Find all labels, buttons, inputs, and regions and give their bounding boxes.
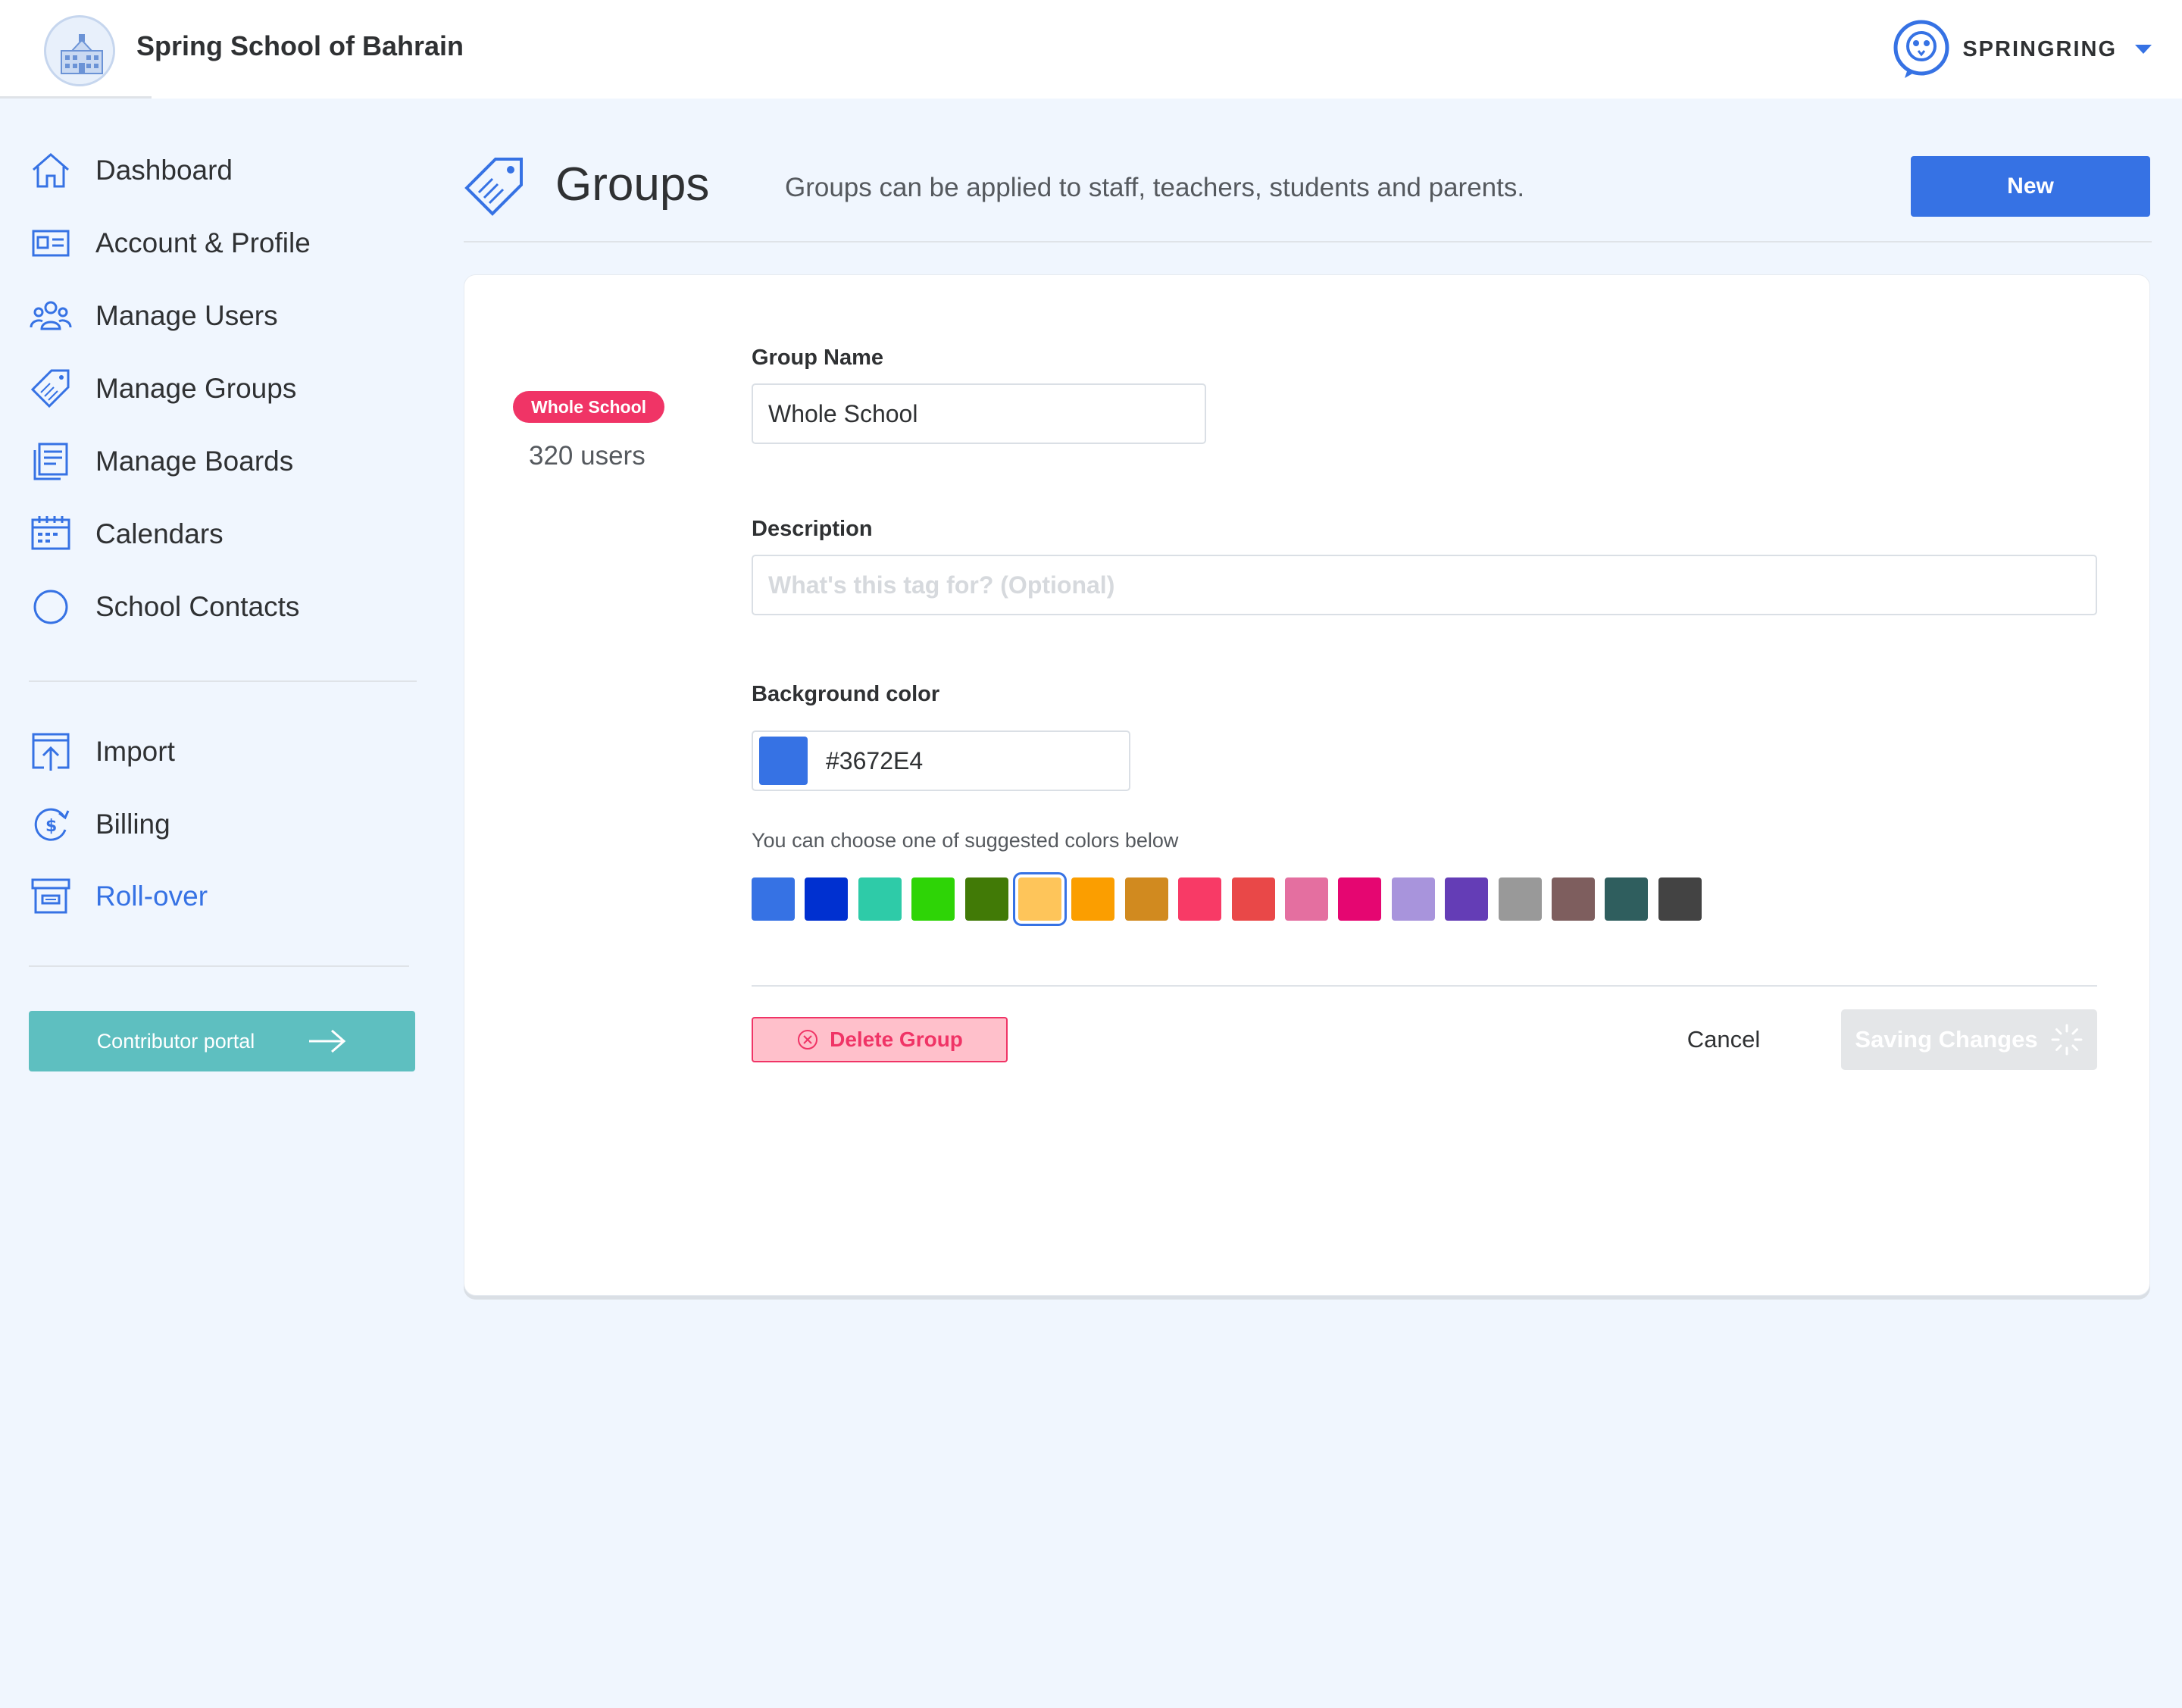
header-divider [464, 241, 2152, 242]
group-name-label: Group Name [752, 346, 884, 370]
sidebar-item-label: Calendars [95, 518, 224, 549]
page-title: Groups [555, 158, 710, 211]
color-swatch[interactable] [1445, 877, 1489, 921]
color-swatch[interactable] [1658, 877, 1702, 921]
brand-name: SPRINGRING [1962, 36, 2117, 61]
color-swatch[interactable] [1178, 877, 1222, 921]
sidebar-item-calendars[interactable]: Calendars [29, 508, 224, 561]
save-changes-label: Saving Changes [1855, 1026, 2038, 1053]
sidebar-item-label: Manage Users [95, 300, 278, 331]
color-swatch[interactable] [1071, 877, 1115, 921]
color-swatch[interactable] [1391, 877, 1435, 921]
color-swatch[interactable] [1124, 877, 1168, 921]
sidebar-item-label: Import [95, 736, 175, 767]
color-swatch[interactable] [964, 877, 1008, 921]
background-color-input[interactable]: #3672E4 [752, 730, 1130, 791]
school-building-icon[interactable] [44, 15, 115, 86]
chevron-down-icon [2135, 45, 2152, 54]
page-subtitle: Groups can be applied to staff, teachers… [785, 173, 1525, 202]
board-icon [33, 443, 68, 480]
group-name-input[interactable] [752, 383, 1206, 444]
save-changes-button[interactable]: Saving Changes [1841, 1009, 2097, 1070]
owl-speech-bubble-icon [1893, 20, 1949, 78]
spinner-icon [2051, 1024, 2083, 1056]
sidebar-item-label: Billing [95, 809, 170, 840]
group-edit-card [464, 274, 2150, 1296]
sidebar-item-manage-groups[interactable]: Manage Groups [29, 362, 296, 415]
color-swatch[interactable] [858, 877, 902, 921]
color-swatch[interactable] [911, 877, 955, 921]
color-swatch[interactable] [752, 877, 795, 921]
description-label: Description [752, 517, 873, 541]
color-hex-value: #3672E4 [826, 746, 924, 774]
sidebar-item-label: Account & Profile [95, 227, 311, 258]
new-group-button[interactable]: New [1911, 156, 2150, 217]
sidebar-item-billing[interactable]: $ Billing [29, 798, 170, 851]
id-card-icon [32, 230, 70, 257]
account-menu[interactable]: SPRINGRING [1891, 15, 2152, 83]
background-color-label: Background color [752, 682, 940, 706]
sidebar-item-label: Dashboard [95, 155, 233, 186]
tag-icon [30, 369, 70, 408]
suggested-colors-hint: You can choose one of suggested colors b… [752, 829, 1179, 852]
tag-icon [464, 158, 523, 216]
top-bar-underline [0, 96, 152, 99]
arrow-right-icon [309, 1029, 346, 1053]
billing-icon: $ [34, 808, 70, 841]
calendar-icon [31, 516, 70, 550]
user-count: 320 users [529, 441, 646, 471]
sidebar-item-label: Manage Groups [95, 373, 297, 404]
circle-icon [33, 590, 68, 624]
school-name: Spring School of Bahrain [136, 30, 464, 61]
cancel-button[interactable]: Cancel [1667, 1017, 1780, 1062]
contributor-portal-button[interactable]: Contributor portal [29, 1011, 415, 1071]
home-icon [33, 153, 69, 188]
description-input[interactable] [752, 555, 2097, 615]
color-swatch[interactable] [1013, 872, 1067, 926]
upload-icon [32, 733, 70, 771]
top-bar: Spring School of Bahrain SPRINGRING [0, 0, 2182, 99]
color-swatch[interactable] [805, 877, 849, 921]
users-icon [30, 301, 72, 330]
contributor-portal-label: Contributor portal [96, 1029, 255, 1053]
color-swatch[interactable] [1605, 877, 1649, 921]
card-divider [752, 985, 2097, 987]
sidebar-item-manage-boards[interactable]: Manage Boards [29, 435, 293, 488]
archive-box-icon [31, 878, 70, 914]
sidebar-item-roll-over[interactable]: Roll-over [29, 870, 208, 923]
color-swatch[interactable] [1231, 877, 1275, 921]
close-circle-icon [798, 1030, 818, 1050]
sidebar-item-dashboard[interactable]: Dashboard [29, 144, 233, 197]
sidebar-divider [29, 680, 417, 682]
sidebar-item-account-profile[interactable]: Account & Profile [29, 217, 311, 270]
delete-group-label: Delete Group [830, 1028, 963, 1051]
sidebar-divider [29, 965, 409, 967]
group-badge: Whole School [513, 391, 665, 423]
sidebar-item-import[interactable]: Import [29, 725, 175, 778]
color-swatch[interactable] [1285, 877, 1328, 921]
svg-text:$: $ [45, 817, 57, 836]
delete-group-button[interactable]: Delete Group [752, 1017, 1008, 1062]
sidebar-item-school-contacts[interactable]: School Contacts [29, 580, 299, 633]
sidebar-item-label: School Contacts [95, 591, 300, 622]
sidebar-item-manage-users[interactable]: Manage Users [29, 289, 278, 343]
color-swatch[interactable] [1498, 877, 1542, 921]
color-swatch[interactable] [1338, 877, 1382, 921]
color-preview-swatch [759, 737, 808, 785]
sidebar-item-label: Manage Boards [95, 446, 294, 477]
color-swatch[interactable] [1552, 877, 1595, 921]
sidebar-item-label: Roll-over [95, 881, 208, 912]
